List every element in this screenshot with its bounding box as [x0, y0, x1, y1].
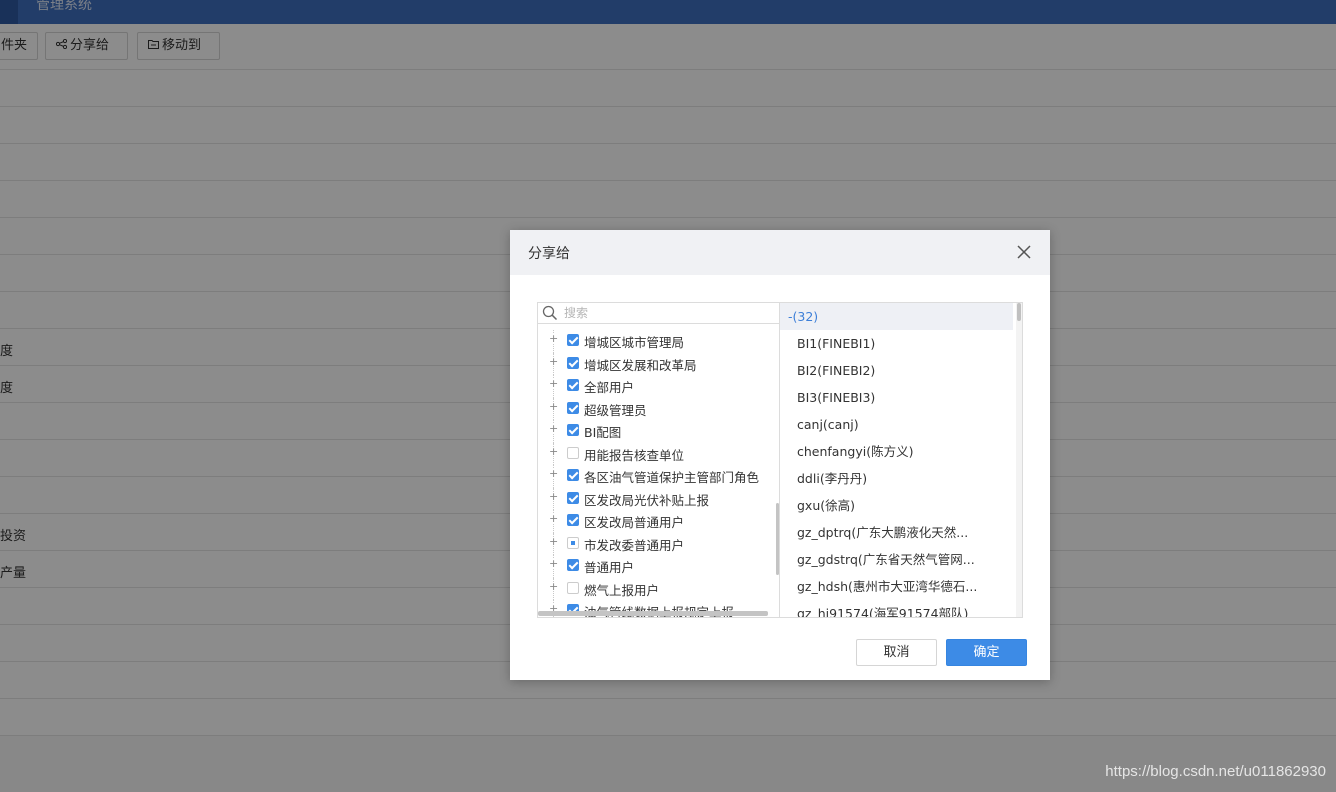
tree-node-label: 增城区发展和改革局 [584, 357, 697, 373]
tree-node-label: 全部用户 [584, 380, 635, 395]
dialog-header: 分享给 [510, 230, 1050, 275]
tree-node-checkbox[interactable] [567, 356, 579, 369]
selected-user-item[interactable]: gz_hdsh(惠州市大亚湾华德石... [780, 573, 1013, 600]
search-icon [542, 305, 558, 325]
tree-node-label: 超级管理员 [584, 402, 647, 418]
selected-users-panel: -(32) BI1(FINEBI1) BI2(FINEBI2) BI3(FINEBI… [780, 303, 1022, 617]
tree-node[interactable]: + 增城区发展和改革局 [538, 352, 776, 375]
tree-node[interactable]: + 燃气上报用户 [538, 577, 776, 600]
selected-user-item[interactable]: ddli(李丹丹) [780, 465, 1013, 492]
tree-node-label: BI配图 [584, 425, 622, 440]
selected-count-header[interactable]: -(32) [780, 303, 1013, 330]
share-panel: + 增城区城市管理局 + 增城区发展和改革局 + 全部用户 + 超级管理员 + BI配图 + 用能报告… [537, 302, 1023, 618]
tree-node-label: 增城区城市管理局 [584, 335, 685, 350]
expand-icon[interactable]: + [549, 581, 558, 592]
dialog-title: 分享给 [528, 246, 570, 262]
close-icon [1017, 245, 1031, 259]
selected-user-item[interactable]: BI3(FINEBI3) [780, 384, 1013, 411]
search-box [538, 303, 779, 325]
tree-node[interactable]: + 区发改局光伏补贴上报 [538, 487, 776, 510]
tree-node-label: 燃气上报用户 [584, 582, 660, 598]
selected-user-list: BI1(FINEBI1) BI2(FINEBI2) BI3(FINEBI3) canj… [780, 330, 1022, 617]
cancel-button[interactable]: 取消 [856, 639, 937, 666]
tree-node-checkbox[interactable] [567, 446, 579, 459]
expand-icon[interactable]: + [549, 401, 558, 412]
tree-node-label: 区发改局普通用户 [584, 515, 685, 530]
tree-node[interactable]: + 区发改局普通用户 [538, 510, 776, 533]
tree-node-checkbox[interactable] [567, 559, 579, 571]
tree-node-checkbox[interactable] [567, 469, 579, 481]
expand-icon[interactable]: + [549, 333, 558, 344]
tree-node-checkbox[interactable] [567, 334, 579, 346]
tree-node[interactable]: + 各区油气管道保护主管部门角色 [538, 465, 776, 488]
users-scrollbar-thumb[interactable] [1017, 303, 1021, 321]
tree-node-checkbox[interactable] [567, 536, 579, 549]
confirm-button[interactable]: 确定 [946, 639, 1027, 666]
selected-user-item[interactable]: BI2(FINEBI2) [780, 357, 1013, 384]
tree-node-checkbox[interactable] [567, 401, 579, 414]
role-tree: + 增城区城市管理局 + 增城区发展和改革局 + 全部用户 + 超级管理员 + BI配图 + 用能报告… [538, 330, 776, 617]
expand-icon[interactable]: + [549, 378, 558, 389]
tree-node-checkbox[interactable] [567, 581, 579, 594]
tree-node[interactable]: + 市发改委普通用户 [538, 532, 776, 555]
selected-user-item[interactable]: chenfangyi(陈方义) [780, 438, 1013, 465]
tree-node[interactable]: + 增城区城市管理局 [538, 330, 776, 353]
tree-node-label: 各区油气管道保护主管部门角色 [584, 470, 760, 485]
tree-node-label: 用能报告核查单位 [584, 447, 685, 463]
users-scrollbar[interactable] [1016, 303, 1022, 617]
tree-node-label: 市发改委普通用户 [584, 537, 685, 553]
tree-node-label: 区发改局光伏补贴上报 [584, 492, 710, 508]
expand-icon[interactable]: + [549, 468, 558, 479]
tree-vertical-scrollbar[interactable] [776, 503, 779, 575]
selected-user-item[interactable]: gxu(徐高) [780, 492, 1013, 519]
role-tree-panel: + 增城区城市管理局 + 增城区发展和改革局 + 全部用户 + 超级管理员 + BI配图 + 用能报告… [538, 303, 780, 617]
tree-node[interactable]: + 超级管理员 [538, 397, 776, 420]
tree-node[interactable]: + 普通用户 [538, 555, 776, 578]
expand-icon[interactable]: + [549, 423, 558, 434]
watermark: https://blog.csdn.net/u011862930 [1105, 763, 1326, 780]
tree-node-checkbox[interactable] [567, 424, 579, 436]
tree-node[interactable]: + 全部用户 [538, 375, 776, 398]
search-input[interactable] [564, 305, 774, 321]
tree-horizontal-scrollbar[interactable] [538, 611, 768, 616]
tree-node-label: 普通用户 [584, 560, 635, 575]
expand-icon[interactable]: + [549, 513, 558, 524]
tree-node-checkbox[interactable] [567, 514, 579, 526]
share-dialog: 分享给 +增城区城市管理局+增城区发展和改革局+全部用户+超级管理员+BI配图+… [510, 230, 1050, 680]
tree-node[interactable]: + 用能报告核查单位 [538, 442, 776, 465]
expand-icon[interactable]: + [549, 558, 558, 569]
selected-user-item[interactable]: gz_dptrq(广东大鹏液化天然... [780, 519, 1013, 546]
selected-user-item[interactable]: gz_gdstrq(广东省天然气管网... [780, 546, 1013, 573]
selected-user-item[interactable]: canj(canj) [780, 411, 1013, 438]
tree-node-checkbox[interactable] [567, 379, 579, 391]
expand-icon[interactable]: + [549, 491, 558, 502]
expand-icon[interactable]: + [549, 356, 558, 367]
selected-user-item[interactable]: BI1(FINEBI1) [780, 330, 1013, 357]
expand-icon[interactable]: + [549, 446, 558, 457]
tree-node[interactable]: + BI配图 [538, 420, 776, 443]
tree-node-checkbox[interactable] [567, 491, 579, 504]
selected-user-item[interactable]: gz_hj91574(海军91574部队) [780, 600, 1013, 617]
expand-icon[interactable]: + [549, 536, 558, 547]
close-button[interactable] [1014, 242, 1034, 262]
